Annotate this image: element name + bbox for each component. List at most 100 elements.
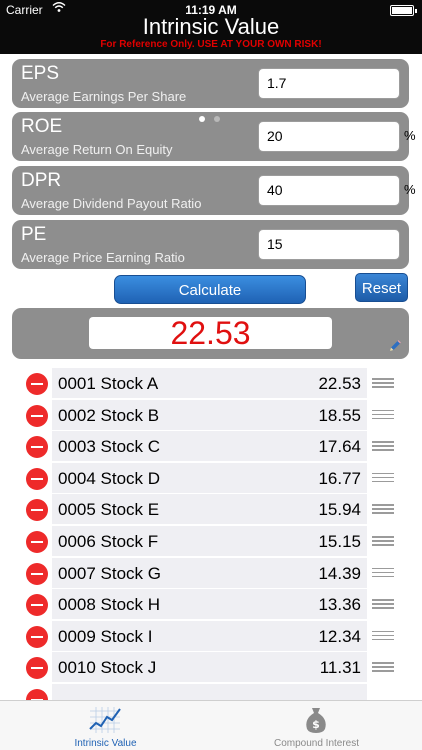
list-item-cell[interactable]: 0001 Stock A 22.53 <box>52 368 367 398</box>
reorder-icon[interactable] <box>372 567 394 579</box>
stock-name: 0010 Stock J <box>58 658 157 678</box>
delete-icon[interactable] <box>26 373 48 395</box>
dpr-subtitle: Average Dividend Payout Ratio <box>21 196 202 211</box>
stock-value: 15.15 <box>318 532 361 551</box>
stock-name: 0008 Stock H <box>58 595 161 615</box>
list-item[interactable]: 0005 Stock E 15.94 <box>0 494 422 526</box>
stock-name: 0002 Stock B <box>58 405 160 425</box>
list-item-cell[interactable] <box>52 684 367 700</box>
list-item[interactable]: 0003 Stock C 17.64 <box>0 431 422 463</box>
delete-icon[interactable] <box>26 594 48 617</box>
roe-unit: % <box>404 128 416 143</box>
roe-subtitle: Average Return On Equity <box>21 142 173 157</box>
dpr-unit: % <box>404 182 416 197</box>
dpr-input[interactable]: 40 <box>258 175 400 206</box>
list-item-partial[interactable] <box>0 684 422 700</box>
navigation-bar: Carrier 11:19 AM Intrinsic Value For Ref… <box>0 0 422 54</box>
reorder-icon[interactable] <box>372 662 394 673</box>
eps-input[interactable]: 1.7 <box>258 68 400 99</box>
stock-name: 0003 Stock C <box>58 437 161 457</box>
stock-name: 0004 Stock D <box>58 468 161 488</box>
list-item-cell[interactable]: 0006 Stock F 15.15 <box>52 526 367 556</box>
list-item[interactable]: 0006 Stock F 15.15 <box>0 526 422 558</box>
reorder-icon[interactable] <box>372 504 394 515</box>
pencil-icon[interactable] <box>387 338 403 354</box>
svg-text:$: $ <box>312 718 320 731</box>
reorder-icon[interactable] <box>372 630 394 642</box>
roe-input[interactable]: 20 <box>258 121 400 152</box>
page-dot-inactive <box>214 116 220 122</box>
delete-icon[interactable] <box>26 404 48 427</box>
reorder-icon[interactable] <box>372 409 394 421</box>
tab-intrinsic-value[interactable]: Intrinsic Value <box>0 701 211 750</box>
delete-icon[interactable] <box>26 562 48 585</box>
stock-name: 0006 Stock F <box>58 532 159 551</box>
reorder-icon[interactable] <box>372 441 394 452</box>
stock-list[interactable]: 0001 Stock A 22.53 0002 Stock B 18.55 00… <box>0 368 422 700</box>
roe-card: ROE Average Return On Equity 20 % <box>12 112 416 161</box>
chart-icon <box>88 705 122 735</box>
money-bag-icon: $ <box>299 705 333 735</box>
delete-icon[interactable] <box>26 657 48 680</box>
reorder-icon[interactable] <box>372 599 394 610</box>
list-item[interactable]: 0002 Stock B 18.55 <box>0 399 422 432</box>
delete-icon[interactable] <box>26 499 48 522</box>
stock-name: 0005 Stock E <box>58 500 160 520</box>
dpr-title: DPR <box>21 170 62 191</box>
pe-subtitle: Average Price Earning Ratio <box>21 250 185 265</box>
delete-icon[interactable] <box>26 531 48 553</box>
list-item[interactable]: 0010 Stock J 11.31 <box>0 652 422 684</box>
stock-name: 0001 Stock A <box>58 374 159 393</box>
eps-title: EPS <box>21 63 60 84</box>
stock-name: 0009 Stock I <box>58 626 153 646</box>
reorder-icon[interactable] <box>372 472 394 484</box>
reset-button[interactable]: Reset <box>355 273 408 302</box>
delete-icon[interactable] <box>26 436 48 459</box>
delete-icon[interactable] <box>26 467 48 490</box>
stock-value: 22.53 <box>318 374 361 393</box>
delete-icon[interactable] <box>26 625 48 648</box>
list-item-cell[interactable]: 0010 Stock J 11.31 <box>52 652 367 683</box>
pe-title: PE <box>21 224 47 245</box>
list-item[interactable]: 0001 Stock A 22.53 <box>0 368 422 400</box>
stock-value: 12.34 <box>318 626 361 646</box>
list-item-cell[interactable]: 0008 Stock H 13.36 <box>52 589 367 620</box>
stock-value: 17.64 <box>318 437 361 457</box>
list-item[interactable]: 0004 Stock D 16.77 <box>0 462 422 495</box>
stock-value: 11.31 <box>319 658 361 678</box>
stock-value: 14.39 <box>318 563 361 583</box>
result-panel: 22.53 <box>12 308 409 359</box>
roe-title: ROE <box>21 116 63 137</box>
list-item-cell[interactable]: 0005 Stock E 15.94 <box>52 494 367 525</box>
pe-input[interactable]: 15 <box>258 229 400 260</box>
page-title: Intrinsic Value <box>142 14 280 39</box>
stock-name: 0007 Stock G <box>58 563 162 583</box>
stock-value: 18.55 <box>318 405 361 425</box>
calculate-button[interactable]: Calculate <box>114 275 306 304</box>
eps-card: EPS Average Earnings Per Share 1.7 <box>12 59 409 108</box>
list-item-cell[interactable]: 0009 Stock I 12.34 <box>52 620 367 651</box>
list-item[interactable]: 0007 Stock G 14.39 <box>0 557 422 590</box>
page-dot-active <box>199 116 205 122</box>
tab-label: Intrinsic Value <box>74 738 137 749</box>
reorder-icon[interactable] <box>372 536 394 547</box>
list-item[interactable]: 0009 Stock I 12.34 <box>0 620 422 653</box>
tab-label: Compound Interest <box>273 738 360 749</box>
pe-card: PE Average Price Earning Ratio 15 <box>12 220 409 269</box>
tab-compound-interest[interactable]: $ Compound Interest <box>211 701 422 750</box>
list-item-cell[interactable]: 0007 Stock G 14.39 <box>52 557 367 588</box>
list-item-cell[interactable]: 0003 Stock C 17.64 <box>52 431 367 462</box>
intrinsic-value-result: 22.53 <box>89 317 332 349</box>
delete-icon[interactable] <box>26 689 48 700</box>
dpr-card: DPR Average Dividend Payout Ratio 40 % <box>12 166 416 215</box>
list-item-cell[interactable]: 0002 Stock B 18.55 <box>52 399 367 430</box>
list-item-cell[interactable]: 0004 Stock D 16.77 <box>52 462 367 493</box>
stock-value: 16.77 <box>318 468 361 488</box>
list-item[interactable]: 0008 Stock H 13.36 <box>0 589 422 621</box>
reorder-icon[interactable] <box>372 378 394 389</box>
disclaimer-text: For Reference Only. USE AT YOUR OWN RISK… <box>100 39 322 50</box>
stock-value: 15.94 <box>318 500 361 520</box>
stock-value: 13.36 <box>318 595 361 615</box>
eps-subtitle: Average Earnings Per Share <box>21 89 187 104</box>
tab-bar: Intrinsic Value $ Compound Interest <box>0 700 422 750</box>
